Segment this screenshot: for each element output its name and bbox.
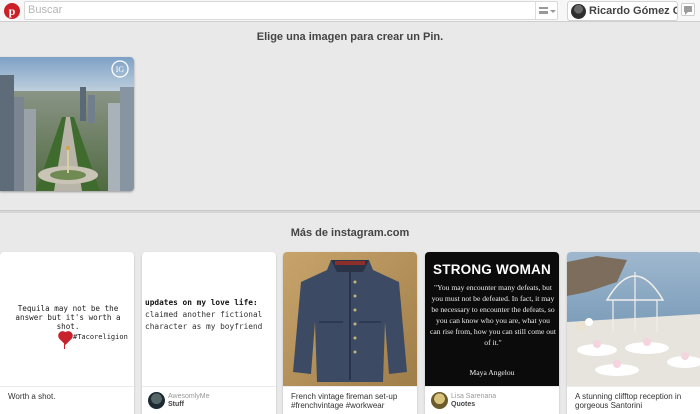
pin-description: Worth a shot. [8,392,56,401]
pin-board-name[interactable]: Stuff [168,401,184,408]
pin-user-name[interactable]: AwesomlyMe [168,393,210,400]
heart-icon [59,332,72,345]
selectable-image[interactable]: IG [0,57,134,191]
avatar [148,392,165,409]
pin-credit[interactable]: AwesomlyMe Stuff [148,392,270,410]
pin-card[interactable]: updates on my love life: claimed another… [142,252,276,414]
top-bar: p Buscar Ricardo Gómez G... [0,0,700,22]
heart-icon-tail [64,343,65,349]
pin-credit[interactable]: Lisa Sarenana Quotes [431,392,553,410]
pin-quote-text: Tequila may not be the answer but it's w… [15,304,121,331]
more-from-title: Más de instagram.com [290,227,410,239]
pin-quote-title: STRONG WOMAN [433,262,551,277]
pin-user-name[interactable]: Lisa Sarenana [451,393,496,400]
pin-card[interactable]: French vintage fireman set-up #frenchvin… [283,252,417,414]
pin-hashtag: #Tacoreligion [73,333,128,341]
pin-description: French vintage fireman set-up #frenchvin… [291,392,398,410]
card-divider [142,386,276,387]
card-divider [283,386,417,387]
pin-image: STRONG WOMAN "You may encounter many def… [425,252,559,386]
svg-text:IG: IG [116,65,125,74]
pin-card[interactable]: A stunning clifftop reception in gorgeou… [567,252,700,414]
pin-board-name[interactable]: Quotes [451,401,475,408]
chevron-down-icon [550,10,556,13]
section-divider [0,210,700,213]
wedding-reception-photo [567,252,700,386]
avatar [571,4,586,19]
message-icon [684,6,692,15]
pin-image [567,252,700,386]
city-aerial-image: IG [0,57,134,191]
avatar [431,392,448,409]
card-divider [567,386,700,387]
pin-quote-author: Maya Angelou [469,368,515,377]
user-name: Ricardo Gómez G... [589,5,677,17]
user-profile-button[interactable]: Ricardo Gómez G... [567,1,678,21]
pin-description: A stunning clifftop reception in gorgeou… [575,392,682,410]
search-input[interactable]: Buscar [24,1,558,20]
pin-card[interactable]: Tequila may not be the answer but it's w… [0,252,134,414]
pin-quote-text: updates on my love life: claimed another… [145,297,276,333]
pin-card[interactable]: STRONG WOMAN "You may encounter many def… [425,252,559,414]
jacket-photo [283,252,417,386]
card-divider [0,386,134,387]
pin-quote-text: "You may encounter many defeats, but you… [430,283,556,347]
notifications-button[interactable] [681,3,695,16]
pin-quote-heading: updates on my love life: [145,298,258,307]
menu-button[interactable] [535,2,557,19]
pin-image [283,252,417,386]
pin-image: updates on my love life: claimed another… [142,252,276,386]
card-divider [425,386,559,387]
choose-image-title: Elige una imagen para crear un Pin. [256,31,444,43]
pinterest-logo-icon[interactable]: p [4,3,20,19]
menu-icon [539,7,548,14]
pin-image: Tequila may not be the answer but it's w… [0,252,134,386]
pin-quote-body: claimed another fictional character as m… [145,310,263,331]
